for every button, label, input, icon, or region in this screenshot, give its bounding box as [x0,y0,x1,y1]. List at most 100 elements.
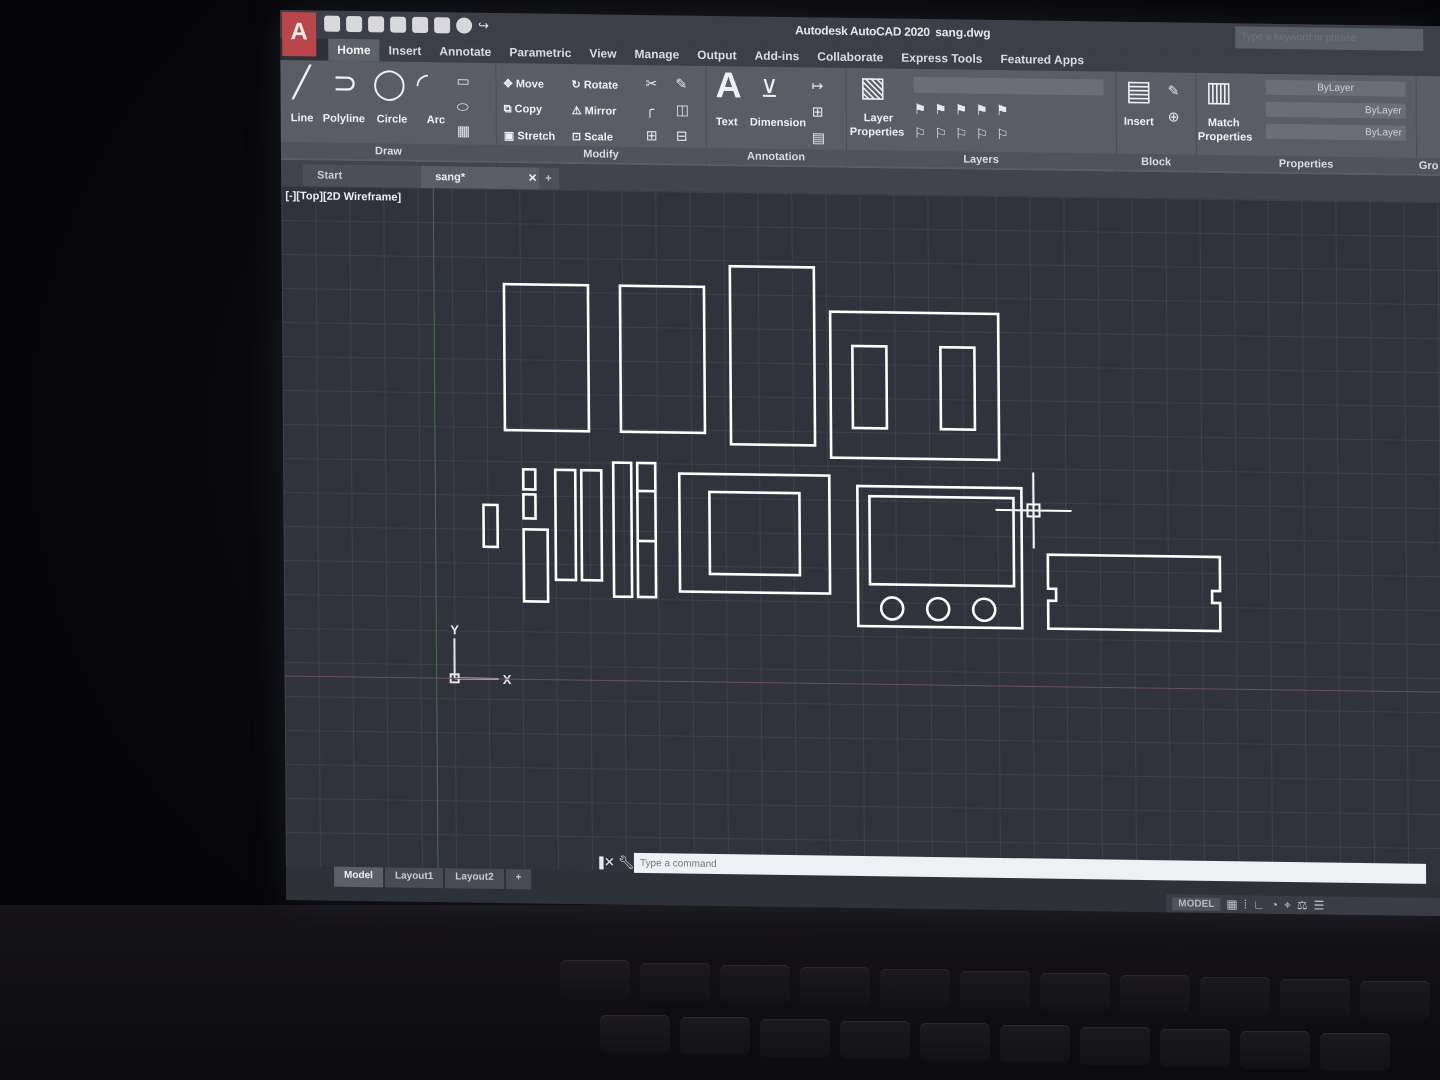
layer-tools-2-icon[interactable]: ⚐⚐⚐⚐⚐ [914,125,1017,143]
small-strip-2[interactable] [521,468,537,491]
fillet-icon[interactable]: ╭ [646,101,655,118]
tab-collaborate[interactable]: Collaborate [808,45,892,68]
strip-5[interactable] [553,468,578,582]
small-strip-3[interactable] [522,493,537,520]
scale-button[interactable]: ⊡ Scale [572,130,613,144]
match-properties-icon[interactable]: ▥ [1205,76,1232,107]
erase-icon[interactable]: ✎ [675,76,687,93]
customization-icon[interactable]: ☰ [1314,898,1325,912]
move-button[interactable]: ✥ Move [503,77,543,91]
grid-icon[interactable]: ▦ [1226,897,1237,911]
knob-3[interactable] [971,597,997,623]
offset-icon[interactable]: ⊟ [676,128,688,145]
text-icon[interactable]: A [715,64,741,105]
tab-add-ins[interactable]: Add-ins [745,44,808,67]
tab-output[interactable]: Output [688,44,745,67]
table-icon[interactable]: ⊞ [812,103,824,120]
slot-right[interactable] [939,345,977,431]
layer-tools-icon[interactable]: ⚑⚑⚑⚑⚑ [914,101,1017,119]
rectangle-icon[interactable]: ▭ [456,72,469,89]
arc-button[interactable]: Arc [427,114,445,126]
match-properties-button[interactable]: Match [1208,117,1240,129]
command-close-icon[interactable]: ✕ [604,854,615,870]
trim-icon[interactable]: ✂ [645,75,657,92]
rotate-button[interactable]: ↻ Rotate [571,78,618,92]
layer-properties-icon[interactable]: ▧ [859,71,886,102]
strip-6[interactable] [579,468,604,582]
tab-start[interactable]: Start [303,164,428,189]
panel-rect-3[interactable] [728,264,817,447]
explode-icon[interactable]: ◫ [676,102,689,119]
snap-icon[interactable]: ⁞ [1244,897,1247,911]
front-panel-screen[interactable] [868,494,1016,588]
dimension-button[interactable]: Dimension [750,117,806,130]
tab-insert[interactable]: Insert [380,39,431,62]
stretch-button[interactable]: ▣ Stretch [504,129,555,143]
leader-icon[interactable]: ↦ [811,77,823,94]
insert-block-icon[interactable]: ▤ [1125,75,1152,106]
redo-icon[interactable]: ↪ [478,18,494,34]
plot-icon[interactable] [434,17,451,34]
tab-sang[interactable]: sang* ✕ [421,165,546,190]
color-dropdown[interactable]: ByLayer [1265,79,1406,97]
block-create-icon[interactable]: ⊕ [1168,108,1180,125]
drawing-viewport[interactable]: [-][Top][2D Wireframe] Y X [281,185,1440,883]
line-icon[interactable]: ╱ [292,66,310,99]
tab-parametric[interactable]: Parametric [500,41,580,64]
markup-icon[interactable]: ▤ [812,129,825,146]
save-icon[interactable] [368,16,385,33]
tab-express-tools[interactable]: Express Tools [892,47,991,70]
web-open-icon[interactable] [412,16,429,34]
copy-button[interactable]: ⧉ Copy [504,103,543,117]
tab-view[interactable]: View [580,42,625,65]
close-icon[interactable]: ✕ [528,167,537,189]
save-as-icon[interactable] [390,16,407,33]
circle-button[interactable]: Circle [377,113,408,125]
application-menu-button[interactable]: A [282,12,317,57]
undo-icon[interactable] [456,17,473,34]
polyline-button[interactable]: Polyline [323,113,365,126]
strip-7[interactable] [611,461,634,599]
properties-panel-label[interactable]: Properties [1196,154,1417,174]
groups-panel-label[interactable]: Gro [1416,157,1440,175]
insert-button[interactable]: Insert [1124,116,1154,128]
tab-home[interactable]: Home [328,38,380,62]
polar-icon[interactable]: ◔ [1271,898,1278,912]
frame-window[interactable] [708,490,802,577]
knob-1[interactable] [879,596,905,621]
annotation-scale-icon[interactable]: ⚖ [1297,898,1308,912]
small-strip-1[interactable] [482,503,500,549]
draw-panel-label[interactable]: Draw [280,141,497,161]
new-tab-button[interactable]: + [539,167,560,190]
tab-annotate[interactable]: Annotate [430,40,500,63]
circle-icon[interactable]: ◯ [372,67,406,100]
command-customize-icon[interactable]: 🔧︎ [618,855,635,871]
notched-plate[interactable] [1046,553,1222,633]
block-panel-label[interactable]: Block [1116,153,1197,171]
small-strip-4[interactable] [522,528,550,603]
strip-8[interactable] [635,461,658,599]
hatch-icon[interactable]: ▦ [457,122,470,139]
tab-layout2[interactable]: Layout2 [445,868,504,890]
text-button[interactable]: Text [716,116,738,128]
search-input[interactable] [1235,26,1424,51]
model-space-toggle[interactable]: MODEL [1172,896,1221,911]
ortho-icon[interactable]: ∟ [1253,897,1265,911]
arc-icon[interactable]: ◜ [416,68,428,101]
annotation-panel-label[interactable]: Annotation [705,147,847,166]
mirror-button[interactable]: ⚠ Mirror [572,104,617,118]
tab-manage[interactable]: Manage [625,43,688,66]
block-edit-icon[interactable]: ✎ [1168,82,1180,99]
panel-rect-1[interactable] [502,282,591,433]
polyline-icon[interactable]: ⊃ [332,67,357,100]
ellipse-icon[interactable]: ⬭ [457,98,469,115]
slot-left[interactable] [851,344,889,430]
lineweight-dropdown[interactable]: ByLayer [1265,123,1406,141]
dimension-icon[interactable]: ⊻ [760,75,778,105]
panel-rect-2[interactable] [618,284,707,435]
array-icon[interactable]: ⊞ [646,127,658,144]
layer-properties-button[interactable]: Layer [864,112,893,124]
layer-dropdown[interactable] [913,76,1104,96]
tab-layout1[interactable]: Layout1 [384,867,444,889]
layers-panel-label[interactable]: Layers [845,149,1117,170]
